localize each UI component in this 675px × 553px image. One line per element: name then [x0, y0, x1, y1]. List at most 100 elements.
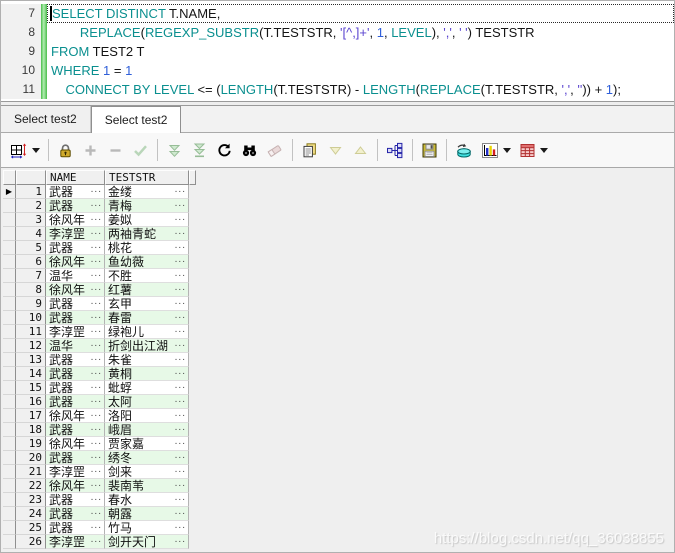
cell-test[interactable]: 青梅...: [105, 199, 189, 213]
cell-test[interactable]: 蚍蜉...: [105, 381, 189, 395]
ellipsis-button[interactable]: ...: [175, 185, 186, 197]
row-number[interactable]: 9: [16, 297, 46, 311]
cell-name[interactable]: 徐风年...: [46, 213, 105, 227]
table-row[interactable]: 15 武器... 蚍蜉...: [3, 381, 196, 395]
ellipsis-button[interactable]: ...: [91, 297, 102, 309]
row-number[interactable]: 4: [16, 227, 46, 241]
ellipsis-button[interactable]: ...: [91, 423, 102, 435]
ellipsis-button[interactable]: ...: [175, 339, 186, 351]
lock-button[interactable]: [53, 136, 78, 164]
ellipsis-button[interactable]: ...: [91, 465, 102, 477]
cell-name[interactable]: 武器...: [46, 367, 105, 381]
table-row[interactable]: 26 李淳罡... 剑开天门...: [3, 535, 196, 549]
cell-test[interactable]: 金缕...: [105, 185, 189, 199]
ellipsis-button[interactable]: ...: [175, 507, 186, 519]
cell-name[interactable]: 武器...: [46, 241, 105, 255]
ellipsis-button[interactable]: ...: [175, 437, 186, 449]
cell-test[interactable]: 春雷...: [105, 311, 189, 325]
ellipsis-button[interactable]: ...: [91, 185, 102, 197]
ellipsis-button[interactable]: ...: [91, 395, 102, 407]
cell-test[interactable]: 绣冬...: [105, 451, 189, 465]
cell-test[interactable]: 峨眉...: [105, 423, 189, 437]
ellipsis-button[interactable]: ...: [175, 353, 186, 365]
cell-name[interactable]: 李淳罡...: [46, 227, 105, 241]
ellipsis-button[interactable]: ...: [175, 493, 186, 505]
ellipsis-button[interactable]: ...: [175, 423, 186, 435]
table-row[interactable]: 14 武器... 黄桐...: [3, 367, 196, 381]
ellipsis-button[interactable]: ...: [91, 199, 102, 211]
cell-name[interactable]: 温华...: [46, 269, 105, 283]
ellipsis-button[interactable]: ...: [91, 479, 102, 491]
ellipsis-button[interactable]: ...: [175, 325, 186, 337]
row-number[interactable]: 22: [16, 479, 46, 493]
cell-test[interactable]: 贾家嘉...: [105, 437, 189, 451]
tree-view-button[interactable]: [382, 136, 408, 164]
cell-test[interactable]: 两袖青蛇...: [105, 227, 189, 241]
cell-name[interactable]: 武器...: [46, 353, 105, 367]
table-row[interactable]: 23 武器... 春水...: [3, 493, 196, 507]
ellipsis-button[interactable]: ...: [175, 255, 186, 267]
ellipsis-button[interactable]: ...: [175, 227, 186, 239]
row-number[interactable]: 1: [16, 185, 46, 199]
cell-test[interactable]: 绿袍儿...: [105, 325, 189, 339]
row-number[interactable]: 2: [16, 199, 46, 213]
table-row[interactable]: 18 武器... 峨眉...: [3, 423, 196, 437]
ellipsis-button[interactable]: ...: [91, 241, 102, 253]
cell-test[interactable]: 折剑出江湖...: [105, 339, 189, 353]
copy-results-button[interactable]: [297, 136, 323, 164]
ellipsis-button[interactable]: ...: [91, 493, 102, 505]
ellipsis-button[interactable]: ...: [175, 367, 186, 379]
row-number[interactable]: 14: [16, 367, 46, 381]
cell-name[interactable]: 李淳罡...: [46, 535, 105, 549]
cell-name[interactable]: 徐风年...: [46, 437, 105, 451]
cell-name[interactable]: 温华...: [46, 339, 105, 353]
cell-test[interactable]: 剑开天门...: [105, 535, 189, 549]
ellipsis-button[interactable]: ...: [175, 269, 186, 281]
ellipsis-button[interactable]: ...: [175, 283, 186, 295]
row-number[interactable]: 26: [16, 535, 46, 549]
row-number[interactable]: 20: [16, 451, 46, 465]
ellipsis-button[interactable]: ...: [91, 213, 102, 225]
cell-test[interactable]: 洛阳...: [105, 409, 189, 423]
ellipsis-button[interactable]: ...: [91, 381, 102, 393]
cell-name[interactable]: 武器...: [46, 507, 105, 521]
table-row[interactable]: 17 徐风年... 洛阳...: [3, 409, 196, 423]
dropdown-caret-icon[interactable]: [32, 147, 40, 153]
cell-test[interactable]: 不胜...: [105, 269, 189, 283]
table-row[interactable]: 16 武器... 太阿...: [3, 395, 196, 409]
table-row[interactable]: 25 武器... 竹马...: [3, 521, 196, 535]
save-button[interactable]: [417, 136, 442, 164]
ellipsis-button[interactable]: ...: [175, 381, 186, 393]
tab-select-test2-2[interactable]: Select test2: [90, 106, 182, 133]
ellipsis-button[interactable]: ...: [91, 325, 102, 337]
cell-name[interactable]: 武器...: [46, 395, 105, 409]
ellipsis-button[interactable]: ...: [91, 367, 102, 379]
ellipsis-button[interactable]: ...: [175, 451, 186, 463]
row-number[interactable]: 23: [16, 493, 46, 507]
refresh-button[interactable]: [212, 136, 237, 164]
table-row[interactable]: 3 徐风年... 姜姒...: [3, 213, 196, 227]
cell-name[interactable]: 武器...: [46, 521, 105, 535]
cell-test[interactable]: 朱雀...: [105, 353, 189, 367]
cell-name[interactable]: 李淳罡...: [46, 465, 105, 479]
ellipsis-button[interactable]: ...: [175, 297, 186, 309]
cell-name[interactable]: 徐风年...: [46, 479, 105, 493]
tab-select-test2-1[interactable]: Select test2: [1, 106, 91, 132]
ellipsis-button[interactable]: ...: [91, 521, 102, 533]
table-row[interactable]: 8 徐风年... 红薯...: [3, 283, 196, 297]
row-number[interactable]: 17: [16, 409, 46, 423]
ellipsis-button[interactable]: ...: [175, 395, 186, 407]
code-text[interactable]: FROM TEST2 T: [47, 42, 674, 61]
ellipsis-button[interactable]: ...: [175, 311, 186, 323]
cell-name[interactable]: 武器...: [46, 493, 105, 507]
cell-name[interactable]: 徐风年...: [46, 283, 105, 297]
ellipsis-button[interactable]: ...: [91, 353, 102, 365]
code-text[interactable]: CONNECT BY LEVEL <= (LENGTH(T.TESTSTR) -…: [47, 80, 674, 99]
grid-mode-button[interactable]: [6, 136, 44, 164]
table-row[interactable]: 10 武器... 春雷...: [3, 311, 196, 325]
cell-test[interactable]: 红薯...: [105, 283, 189, 297]
cell-name[interactable]: 武器...: [46, 423, 105, 437]
code-text[interactable]: SELECT DISTINCT T.NAME,: [47, 4, 674, 23]
ellipsis-button[interactable]: ...: [91, 437, 102, 449]
report-button[interactable]: [515, 136, 552, 164]
